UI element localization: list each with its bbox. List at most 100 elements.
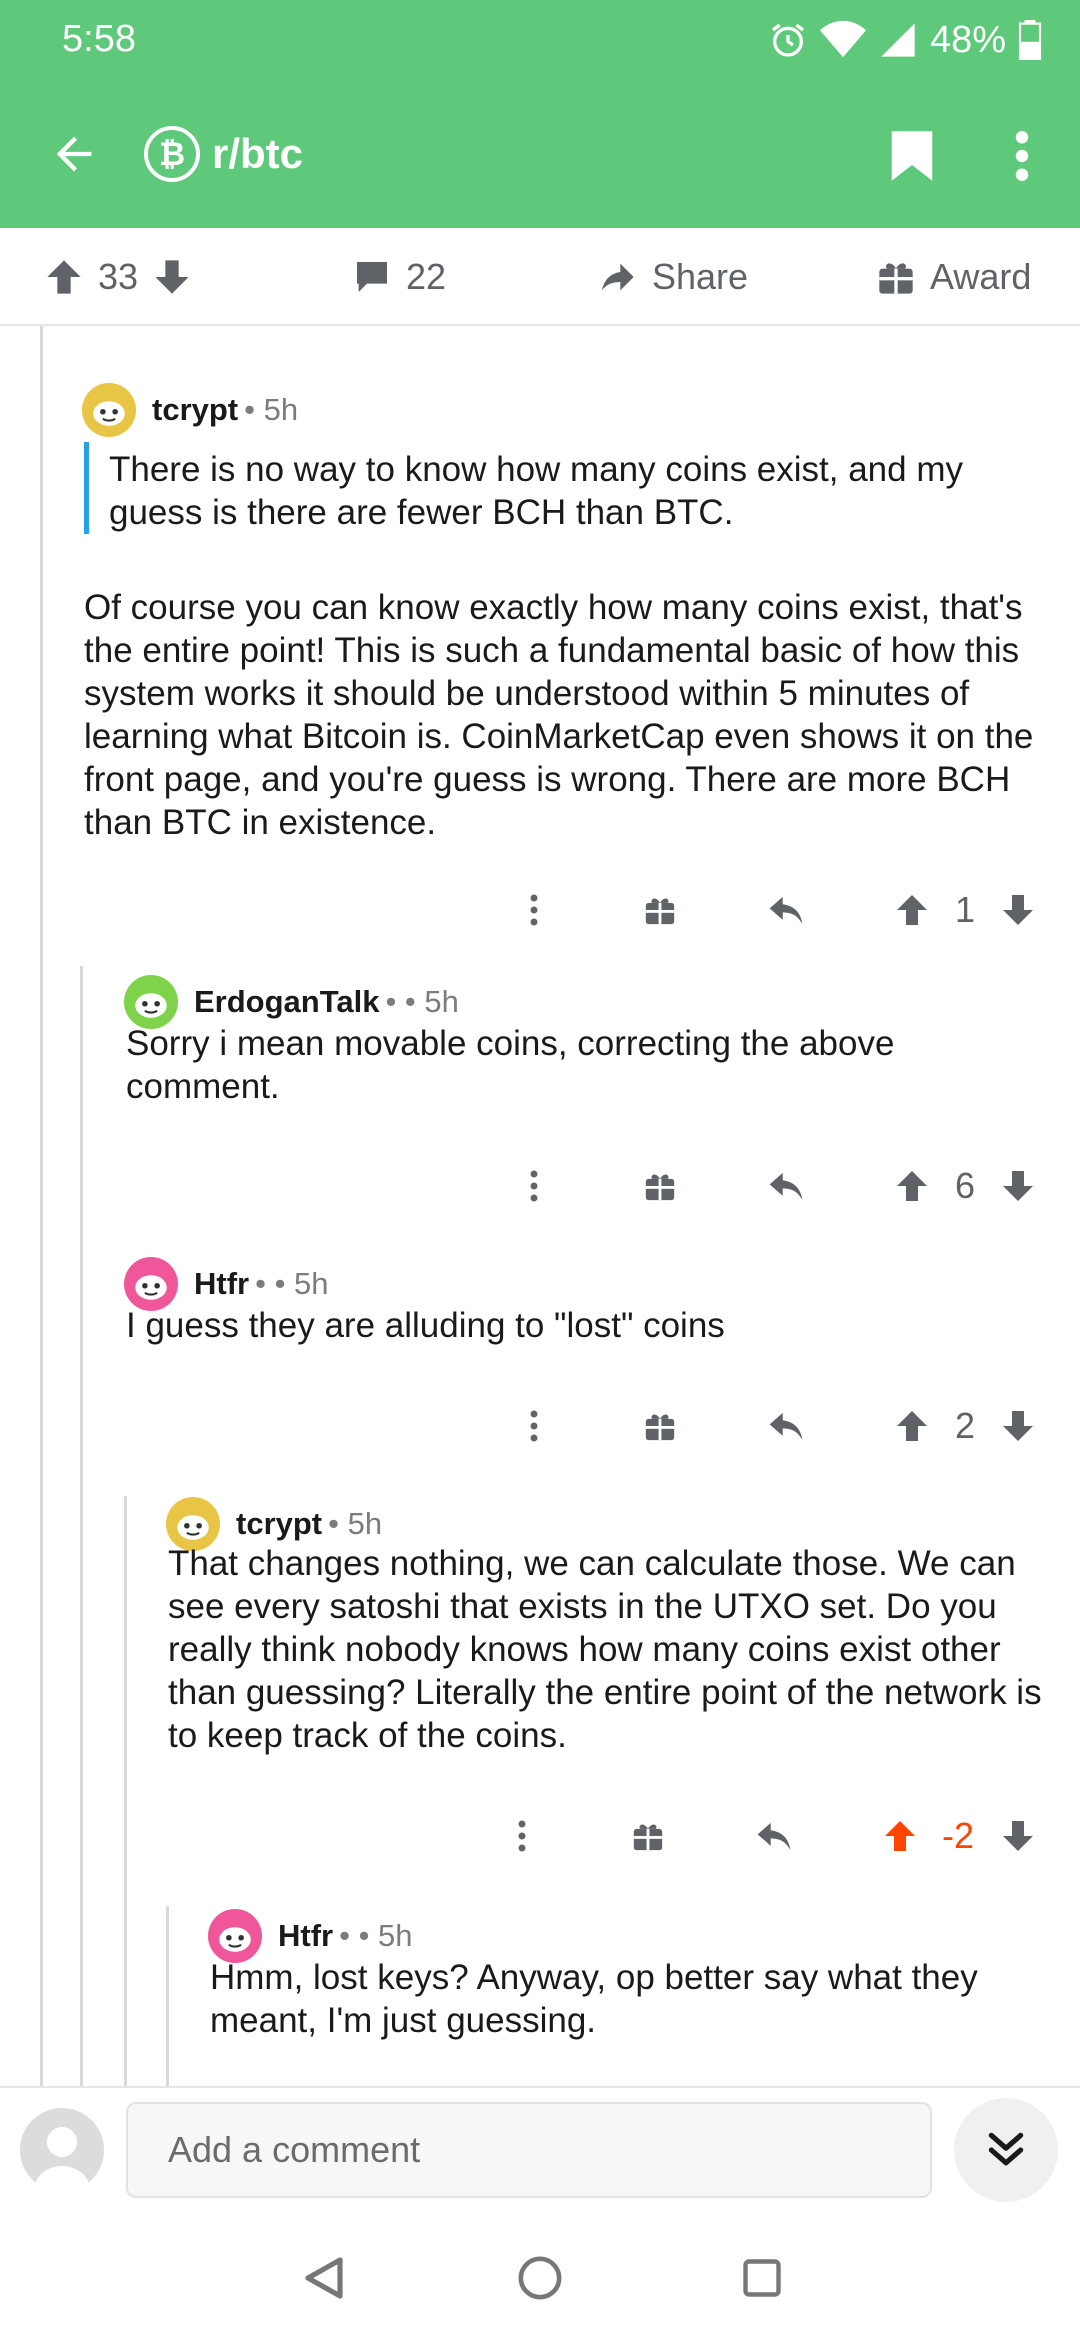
arrow-up-icon	[885, 1821, 915, 1851]
upvote-button[interactable]	[892, 1156, 932, 1216]
status-bar: 5:58 48%	[0, 0, 1080, 80]
signal-icon	[881, 23, 915, 57]
comment-meta: • 5h	[244, 392, 299, 427]
comment-author[interactable]: Htfr	[194, 1266, 249, 1302]
app-header: 5:58 48% ₿ r/btc	[0, 0, 1080, 228]
comments-count: 22	[406, 256, 447, 297]
upvote-button[interactable]	[880, 1806, 920, 1866]
double-chevron-down-icon	[988, 2132, 1024, 2166]
avatar	[82, 383, 136, 437]
more-options-button[interactable]	[990, 120, 1054, 192]
arrow-down-icon	[1003, 1411, 1033, 1441]
downvote-button[interactable]	[998, 1396, 1038, 1456]
reply-arrow-icon	[769, 1412, 803, 1440]
comment-input[interactable]	[126, 2102, 932, 2198]
share-arrow-icon	[602, 263, 634, 291]
more-vertical-icon	[530, 1410, 538, 1442]
bitcoin-icon: ₿	[144, 126, 200, 182]
comments-count-button[interactable]: 22	[352, 228, 446, 326]
bookmark-icon	[891, 131, 933, 181]
comment-actions: 1	[0, 880, 1080, 940]
triangle-back-icon	[305, 2257, 343, 2299]
comment-score: 6	[954, 1165, 976, 1206]
comment-author[interactable]: ErdoganTalk	[194, 984, 379, 1020]
gift-icon	[645, 1414, 675, 1441]
comment-more-button[interactable]	[516, 1156, 552, 1216]
comment-award-button[interactable]	[640, 880, 680, 940]
comment-score: 2	[954, 1405, 976, 1446]
comment-quote: There is no way to know how many coins e…	[109, 450, 963, 532]
upvote-button[interactable]	[892, 1396, 932, 1456]
comment-award-button[interactable]	[628, 1806, 668, 1866]
comment-author[interactable]: Htfr	[278, 1918, 333, 1954]
comment-reply-button[interactable]	[764, 880, 808, 940]
save-post-button[interactable]	[876, 120, 948, 192]
wifi-icon	[819, 20, 866, 58]
comment-actions: -2	[0, 1806, 1080, 1866]
reply-arrow-icon	[769, 1172, 803, 1200]
upvote-button[interactable]	[892, 880, 932, 940]
subreddit-name: r/btc	[212, 130, 304, 177]
arrow-up-icon	[897, 895, 927, 925]
comment-body: That changes nothing, we can calculate t…	[168, 1544, 1042, 1755]
downvote-button[interactable]	[998, 1806, 1038, 1866]
comment-meta: • • 5h	[339, 1918, 413, 1953]
avatar	[124, 975, 178, 1029]
arrow-down-icon	[1003, 1171, 1033, 1201]
arrow-left-icon	[56, 136, 92, 172]
arrow-down-icon	[1003, 1821, 1033, 1851]
nav-recents-button[interactable]	[730, 2246, 794, 2310]
reply-arrow-icon	[769, 896, 803, 924]
arrow-up-icon	[897, 1171, 927, 1201]
downvote-button[interactable]	[998, 880, 1038, 940]
gift-icon	[633, 1824, 663, 1851]
comment-reply-button[interactable]	[764, 1396, 808, 1456]
circle-home-icon	[518, 2256, 562, 2300]
avatar	[208, 1909, 262, 1963]
comment: ErdoganTalk • • 5h Sorry i mean movable …	[0, 966, 1080, 1156]
system-nav-bar	[0, 2216, 1080, 2340]
comment-body: Hmm, lost keys? Anyway, op better say wh…	[210, 1958, 978, 2040]
share-button[interactable]: Share	[596, 228, 748, 326]
battery-percent: 48%	[929, 18, 1006, 61]
comment-award-button[interactable]	[640, 1396, 680, 1456]
comment-more-button[interactable]	[516, 880, 552, 940]
snoo-avatar-icon	[219, 1927, 251, 1952]
downvote-icon[interactable]	[152, 257, 192, 297]
gift-icon	[879, 263, 913, 294]
subreddit-link[interactable]: ₿ r/btc	[144, 122, 303, 186]
more-vertical-icon	[1015, 131, 1029, 181]
comment-composer	[0, 2086, 1080, 2216]
comment-more-button[interactable]	[504, 1806, 540, 1866]
comment: Htfr • • 5h I guess they are alluding to…	[0, 1246, 1080, 1356]
gift-icon	[645, 1174, 675, 1201]
back-button[interactable]	[38, 118, 110, 190]
comment-header[interactable]: tcrypt • 5h	[82, 382, 298, 438]
comment-more-button[interactable]	[516, 1396, 552, 1456]
post-action-bar: 33 22 Share Award	[0, 228, 1080, 326]
downvote-button[interactable]	[998, 1156, 1038, 1216]
comment-reply-button[interactable]	[752, 1806, 796, 1866]
comment-meta: • • 5h	[385, 984, 459, 1019]
more-vertical-icon	[530, 1170, 538, 1202]
battery-icon	[1018, 20, 1042, 60]
comment-meta: • 5h	[328, 1506, 383, 1541]
award-button[interactable]: Award	[876, 228, 1031, 326]
comment-actions: 2	[0, 1396, 1080, 1456]
user-avatar[interactable]	[20, 2108, 104, 2192]
more-vertical-icon	[518, 1820, 526, 1852]
nav-home-button[interactable]	[508, 2246, 572, 2310]
comments-list: tcrypt • 5h There is no way to know how …	[0, 326, 1080, 2086]
nav-back-button[interactable]	[292, 2246, 356, 2310]
award-label: Award	[930, 256, 1032, 297]
comment-author[interactable]: tcrypt	[152, 392, 238, 428]
upvote-icon[interactable]	[44, 257, 84, 297]
comment-reply-button[interactable]	[764, 1156, 808, 1216]
comment-body: Sorry i mean movable coins, correcting t…	[126, 1024, 895, 1106]
comment: tcrypt • 5h There is no way to know how …	[0, 326, 1080, 946]
comment-author[interactable]: tcrypt	[236, 1506, 322, 1542]
comment-award-button[interactable]	[640, 1156, 680, 1216]
share-label: Share	[652, 256, 749, 297]
snoo-avatar-icon	[135, 1275, 167, 1300]
scroll-to-next-button[interactable]	[954, 2098, 1058, 2202]
